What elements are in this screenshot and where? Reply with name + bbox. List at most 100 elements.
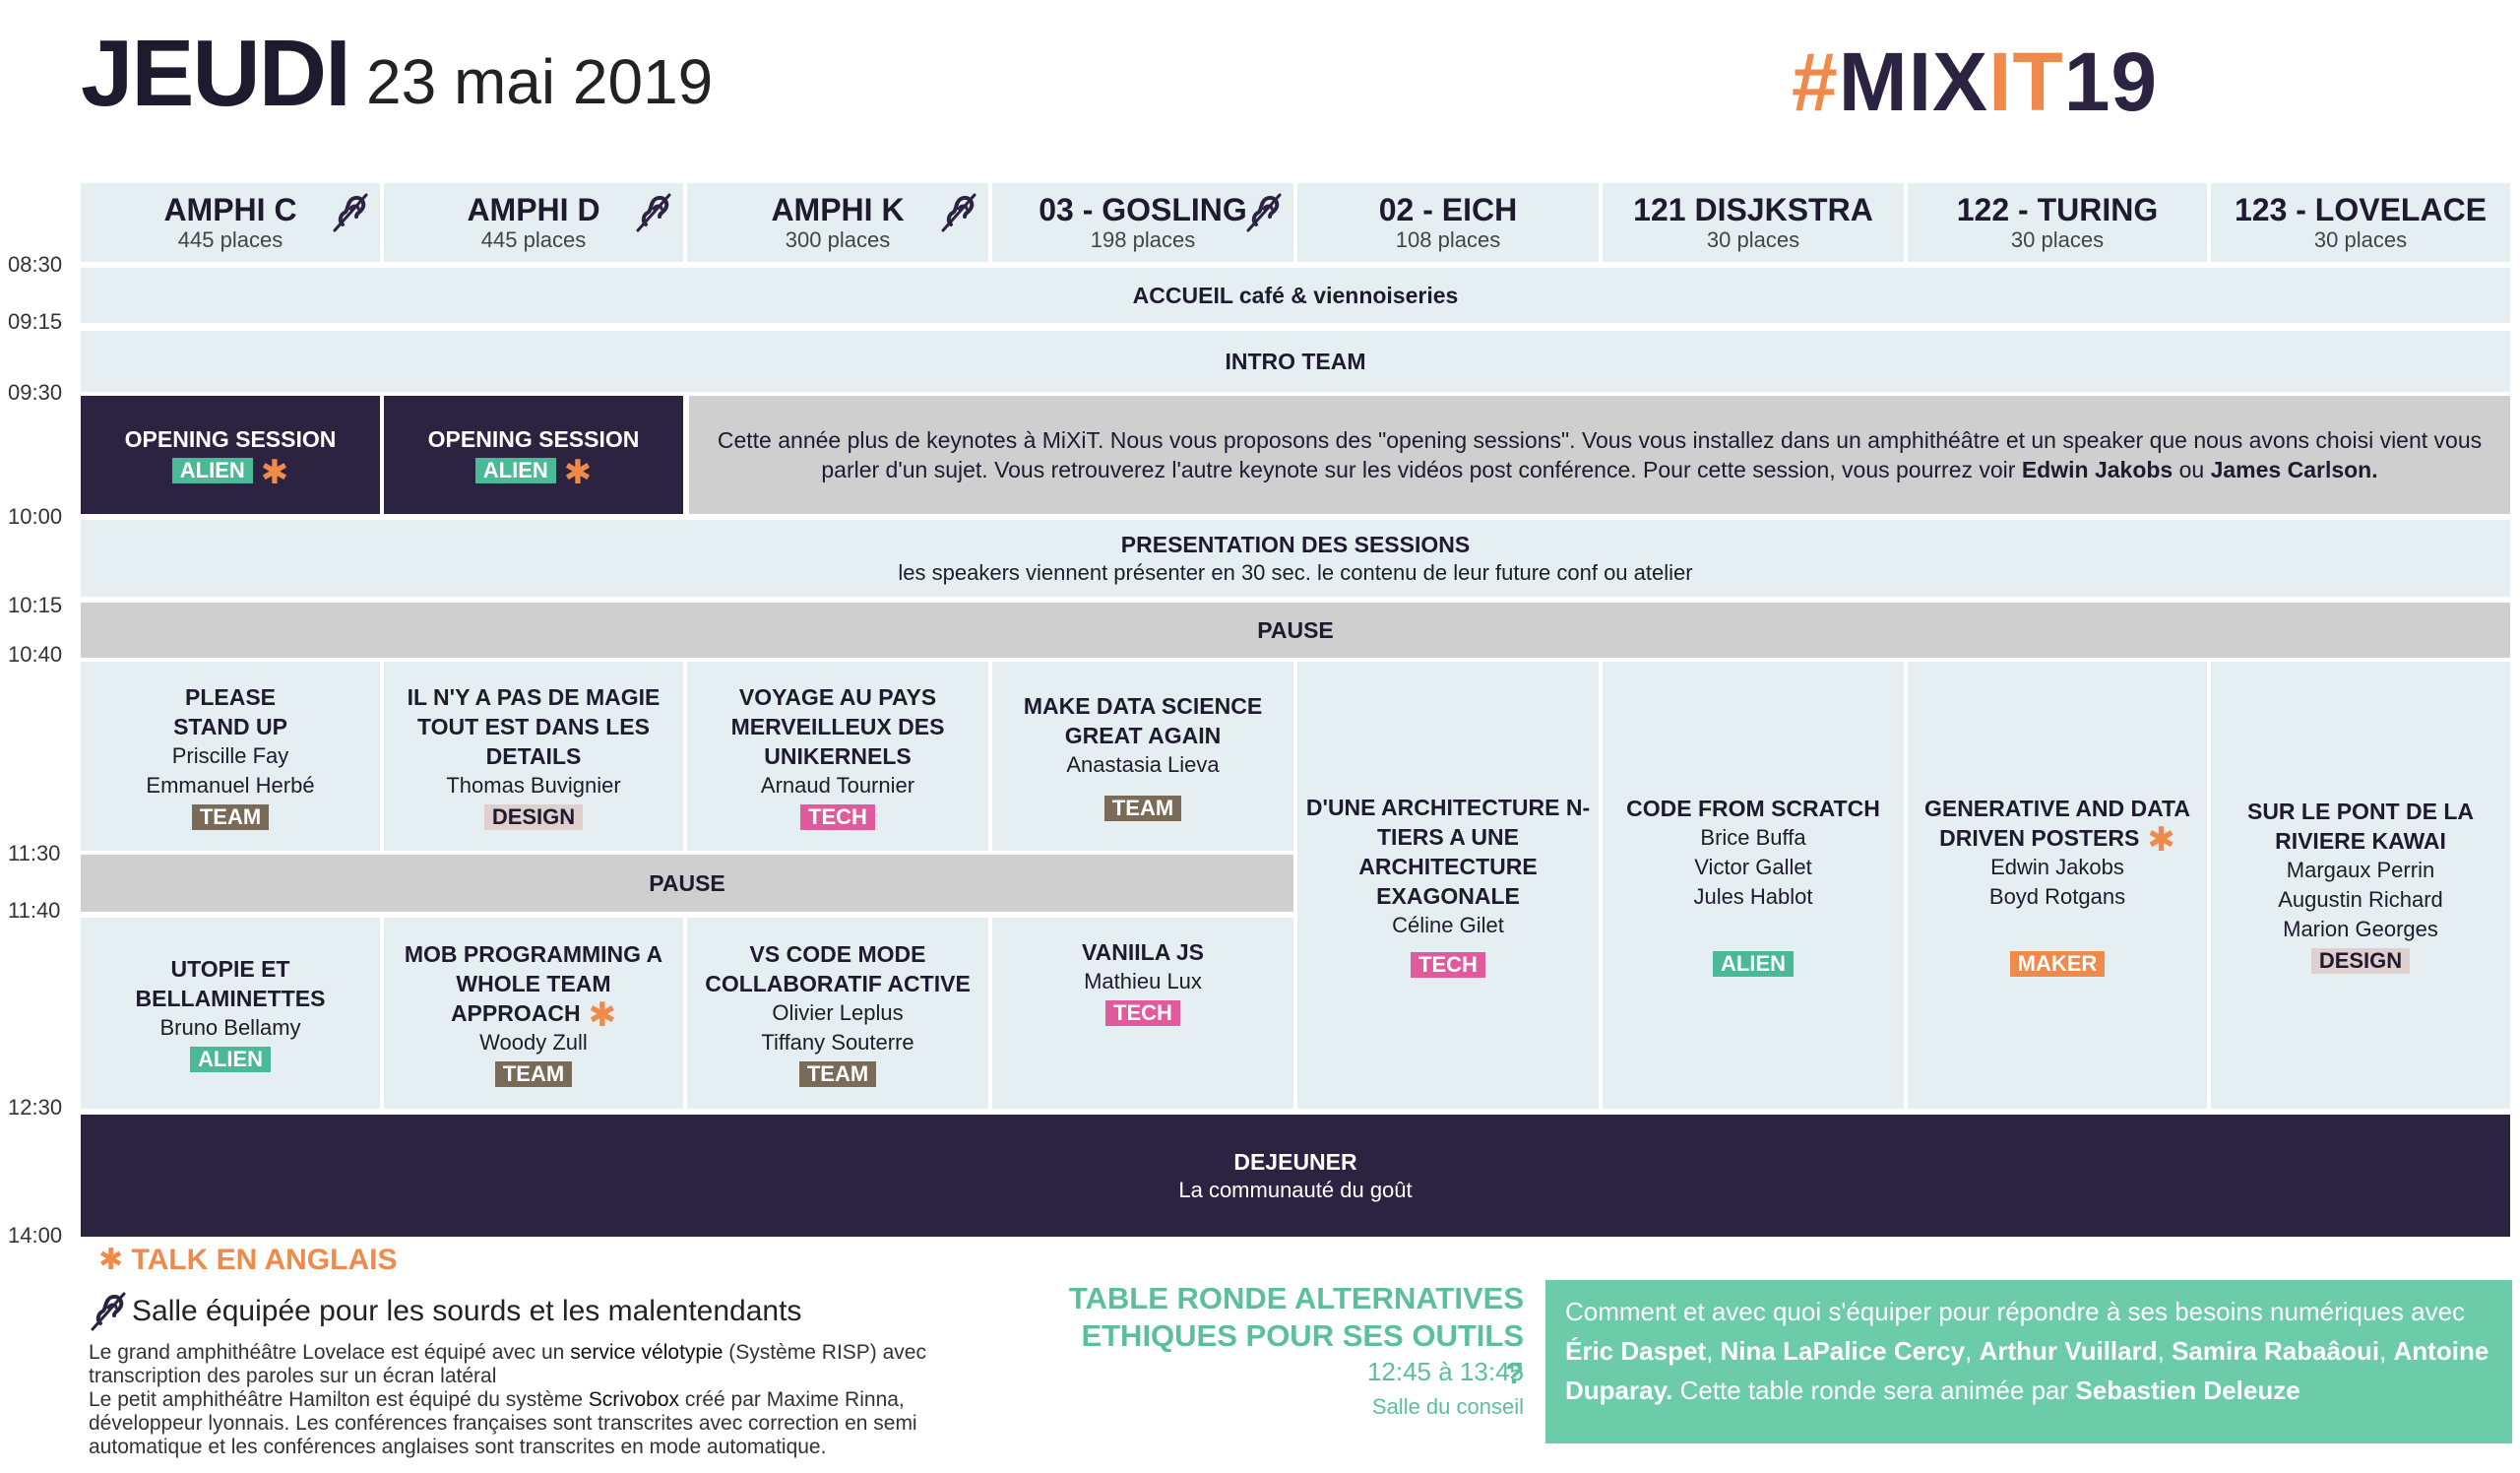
talk-title: MOB PROGRAMMING A WHOLE TEAM APPROACH ✱ xyxy=(390,939,677,1032)
talk-title: D'UNE ARCHITECTURE N-TIERS A UNE ARCHITE… xyxy=(1305,795,1591,909)
talk-card[interactable]: CODE FROM SCRATCH Brice Buffa Victor Gal… xyxy=(1603,662,1904,1109)
hearing-assist-icon xyxy=(636,193,671,232)
talk-speaker: Margaux Perrin xyxy=(2286,858,2435,882)
keynote-info: Cette année plus de keynotes à MiXiT. No… xyxy=(689,396,2510,514)
room-header: AMPHI K 300 places xyxy=(687,183,988,262)
page-title-date: 23 mai 2019 xyxy=(366,46,714,117)
room-capacity: 198 places xyxy=(1090,227,1196,252)
keynote-paragraph: Cette année plus de keynotes à MiXiT. No… xyxy=(713,425,2487,484)
talk-card[interactable]: IL N'Y A PAS DE MAGIE TOUT EST DANS LES … xyxy=(384,662,683,851)
talk-title: UTOPIE ET BELLAMINETTES xyxy=(135,956,326,1011)
english-talk-icon: ✱ xyxy=(563,454,593,492)
track-tag: TEAM xyxy=(798,1061,877,1087)
room-capacity: 300 places xyxy=(785,227,891,252)
keynote-speaker: Edwin Jakobs xyxy=(2021,457,2174,482)
time-label: 10:00 xyxy=(8,504,63,529)
room-capacity: 445 places xyxy=(177,227,284,252)
talk-speaker: Tiffany Souterre xyxy=(761,1030,914,1055)
logo-year: 19 xyxy=(2063,35,2159,128)
pause-label: PAUSE xyxy=(649,870,725,896)
room-name: 123 - LOVELACE xyxy=(2234,192,2488,227)
table-ronde-intro: Comment et avec quoi s'équiper pour répo… xyxy=(1565,1297,2466,1326)
talk-title: GENERATIVE AND DATA DRIVEN POSTERS ✱ xyxy=(1914,794,2201,857)
talk-speaker: Edwin Jakobs xyxy=(1990,855,2124,879)
talk-title: VS CODE MODE COLLABORATIF ACTIVE xyxy=(705,941,971,996)
talk-speaker: Olivier Leplus xyxy=(772,1000,904,1025)
track-tag: MAKER xyxy=(2009,951,2106,977)
room-capacity: 445 places xyxy=(480,227,587,252)
time-label: 11:30 xyxy=(8,841,61,865)
logo-hash: # xyxy=(1792,35,1839,128)
intro-label: INTRO TEAM xyxy=(1225,349,1366,374)
room-name: 02 - EICH xyxy=(1378,192,1518,227)
talk-speaker: Priscille Fay xyxy=(171,743,289,768)
talk-title: MAKE DATA SCIENCE GREAT AGAIN xyxy=(1023,693,1263,748)
talk-title: SUR LE PONT DE LA RIVIERE KAWAI xyxy=(2246,799,2474,854)
presentation-subtitle: les speakers viennent présenter en 30 se… xyxy=(898,560,1693,585)
schedule-row-accueil: ACCUEIL café & viennoiseries xyxy=(81,268,2510,323)
talk-card[interactable]: D'UNE ARCHITECTURE N-TIERS A UNE ARCHITE… xyxy=(1297,662,1599,1109)
room-capacity: 30 places xyxy=(2010,227,2105,252)
talk-speaker: Augustin Richard xyxy=(2278,887,2443,912)
talk-card[interactable]: UTOPIE ET BELLAMINETTES Bruno Bellamy AL… xyxy=(81,918,380,1109)
time-label: 09:15 xyxy=(8,309,63,334)
english-talk-icon: ✱ xyxy=(588,995,617,1034)
english-talk-icon: ✱ xyxy=(98,1244,132,1276)
accueil-label: ACCUEIL café & viennoiseries xyxy=(1132,283,1459,308)
hearing-assist-icon xyxy=(1246,193,1282,232)
track-tag: ALIEN xyxy=(474,457,556,483)
talk-card[interactable]: VANIILA JS Mathieu Lux TECH xyxy=(992,918,1293,1109)
time-label: 10:40 xyxy=(8,642,63,667)
table-ronde-person: Éric Daspet xyxy=(1565,1336,1707,1366)
talk-card[interactable]: VS CODE MODE COLLABORATIF ACTIVE Olivier… xyxy=(687,918,988,1109)
session-title: OPENING SESSION xyxy=(124,425,337,452)
talk-card[interactable]: MAKE DATA SCIENCE GREAT AGAIN Anastasia … xyxy=(992,662,1293,851)
page-title-day: JEUDI xyxy=(81,21,351,126)
opening-session-amphi-c[interactable]: OPENING SESSION ALIEN ✱ xyxy=(81,396,380,514)
opening-session-amphi-d[interactable]: OPENING SESSION ALIEN ✱ xyxy=(384,396,683,514)
legend-para-2: Le petit amphithéâtre Hamilton est équip… xyxy=(89,1388,1014,1459)
track-tag: TEAM xyxy=(191,804,270,830)
talk-speaker: Emmanuel Herbé xyxy=(146,773,315,798)
session-title: OPENING SESSION xyxy=(427,425,640,452)
table-ronde-time: 12:45 à 13:45 xyxy=(1366,1357,1524,1386)
talk-title: VOYAGE AU PAYS MERVEILLEUX DES UNIKERNEL… xyxy=(730,684,945,769)
track-tag: TECH xyxy=(800,804,875,830)
legend-text: Le grand amphithéâtre Lovelace est équip… xyxy=(89,1341,565,1364)
pause-label: PAUSE xyxy=(1257,617,1334,643)
legend-hearing: Salle équipée pour les sourds et les mal… xyxy=(89,1290,801,1333)
legend-english-label: TALK EN ANGLAIS xyxy=(131,1244,398,1276)
table-ronde-person: Nina LaPalice Cercy xyxy=(1720,1336,1966,1366)
talk-title: IL N'Y A PAS DE MAGIE TOUT EST DANS LES … xyxy=(407,684,661,769)
legend-english: ✱ TALK EN ANGLAIS xyxy=(98,1243,397,1277)
talk-title: PLEASE STAND UP xyxy=(173,684,287,739)
presentation-title: PRESENTATION DES SESSIONS xyxy=(1120,532,1471,557)
legend-text: service vélotypie xyxy=(570,1341,724,1364)
talk-speaker: Woody Zull xyxy=(479,1030,588,1055)
track-tag: TECH xyxy=(1105,1000,1180,1026)
legend-text: Scrivobox xyxy=(588,1388,679,1411)
room-header: 123 - LOVELACE 30 places xyxy=(2211,183,2510,262)
talk-speaker: Marion Georges xyxy=(2283,917,2438,941)
hearing-assist-icon xyxy=(941,193,976,232)
logo-it: IT xyxy=(1988,35,2064,128)
schedule-row-lunch: DEJEUNER La communauté du goût xyxy=(81,1115,2510,1237)
hearing-assist-icon xyxy=(91,1292,126,1331)
talk-card[interactable]: PLEASE STAND UP Priscille Fay Emmanuel H… xyxy=(81,662,380,851)
time-label: 11:40 xyxy=(8,898,61,923)
schedule-row-pause: PAUSE xyxy=(81,603,2510,658)
talk-card[interactable]: VOYAGE AU PAYS MERVEILLEUX DES UNIKERNEL… xyxy=(687,662,988,851)
talk-title: CODE FROM SCRATCH xyxy=(1626,796,1880,821)
track-tag: DESIGN xyxy=(483,804,584,830)
talk-card[interactable]: GENERATIVE AND DATA DRIVEN POSTERS ✱ Edwi… xyxy=(1908,662,2207,1109)
time-label: 09:30 xyxy=(8,380,63,405)
talk-card[interactable]: SUR LE PONT DE LA RIVIERE KAWAI Margaux … xyxy=(2211,662,2510,1109)
room-name: AMPHI D xyxy=(467,192,600,227)
talk-card[interactable]: MOB PROGRAMMING A WHOLE TEAM APPROACH ✱ W… xyxy=(384,918,683,1109)
table-ronde-outro: Cette table ronde sera animée par xyxy=(1679,1376,2069,1405)
english-talk-icon: ✱ xyxy=(260,454,289,492)
room-header: 02 - EICH 108 places xyxy=(1297,183,1599,262)
table-ronde-description: Comment et avec quoi s'équiper pour répo… xyxy=(1545,1280,2512,1443)
keynote-and: ou xyxy=(2178,457,2205,482)
talk-title-text: MOB PROGRAMMING A WHOLE TEAM APPROACH xyxy=(404,941,663,1026)
